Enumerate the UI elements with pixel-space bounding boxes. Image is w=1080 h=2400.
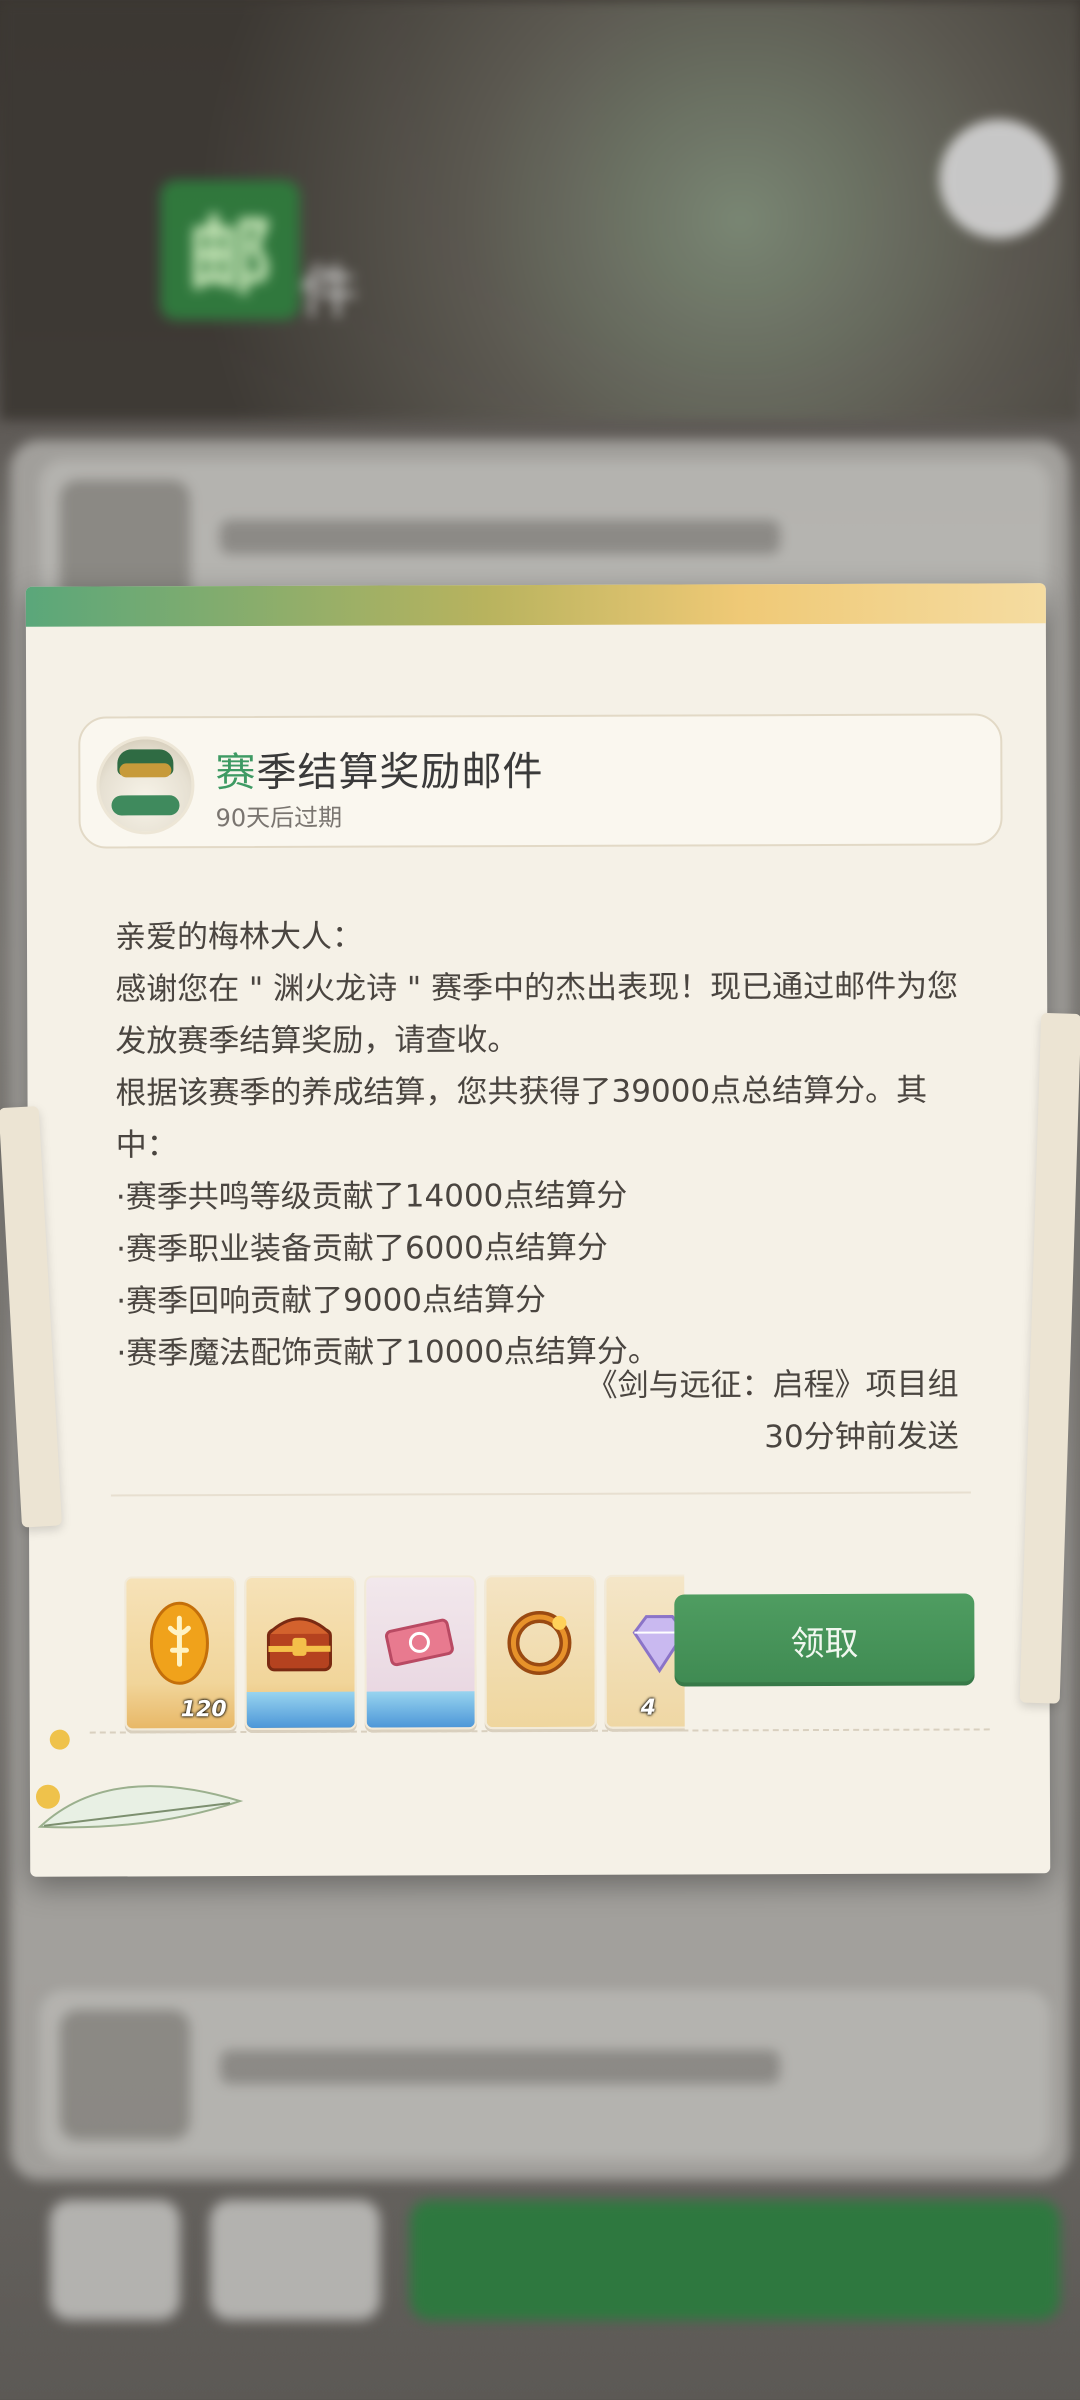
mail-paragraph-2: 根据该赛季的养成结算，您共获得了39000点总结算分。其中： — [115, 1072, 928, 1164]
mail-greeting: 亲爱的梅林大人： — [114, 918, 364, 956]
sheet-top-band — [25, 583, 1046, 627]
mail-signature: 《剑与远征：启程》项目组 30分钟前发送 — [586, 1359, 958, 1464]
mail-sender: 《剑与远征：启程》项目组 — [586, 1366, 959, 1404]
divider — [110, 1491, 971, 1497]
mail-sent-time: 30分钟前发送 — [764, 1418, 959, 1456]
reward-item[interactable]: 4 — [604, 1574, 685, 1729]
reward-count: 120 — [180, 1697, 227, 1723]
mail-header: 赛季结算奖励邮件 90天后过期 — [78, 713, 1003, 849]
ring-icon — [507, 1610, 572, 1675]
background-claim-all-button — [410, 2200, 1060, 2320]
background-title-sub: 件 — [300, 258, 359, 326]
treasure-chest-icon — [266, 1617, 333, 1672]
mail-title-rest: 季结算奖励邮件 — [256, 748, 544, 796]
background-circle-button — [940, 120, 1058, 238]
mail-bullet: ·赛季回响贡献了9000点结算分 — [116, 1281, 547, 1320]
reward-item[interactable] — [484, 1574, 597, 1730]
feather-decoration-icon — [35, 1729, 244, 1829]
mail-body: 亲爱的梅林大人： 感谢您在 " 渊火龙诗 " 赛季中的杰出表现！现已通过邮件为您… — [115, 908, 977, 1379]
amber-relic-icon — [149, 1601, 209, 1685]
background-title-block: 邮 — [160, 180, 300, 320]
mail-bullet: ·赛季共鸣等级贡献了14000点结算分 — [115, 1177, 628, 1216]
reward-item[interactable] — [244, 1575, 357, 1731]
reward-item[interactable] — [364, 1575, 477, 1730]
sender-avatar — [96, 736, 195, 835]
reward-count: 4 — [640, 1695, 657, 1721]
ticket-icon — [384, 1618, 454, 1667]
mail-paragraph-1: 感谢您在 " 渊火龙诗 " 赛季中的杰出表现！现已通过邮件为您发放赛季结算奖励，… — [115, 968, 959, 1060]
reward-item[interactable]: 120 — [124, 1576, 237, 1731]
mail-bullet: ·赛季职业装备贡献了6000点结算分 — [116, 1229, 608, 1268]
background-back-button — [50, 2200, 180, 2320]
claim-button[interactable]: 领取 — [674, 1593, 975, 1687]
mail-title: 赛季结算奖励邮件 — [215, 739, 543, 798]
background-delete-button — [210, 2200, 380, 2320]
background-mail-row — [40, 1990, 1050, 2160]
expire-text: 90天后过期 — [215, 803, 343, 833]
mail-detail-sheet: 赛季结算奖励邮件 90天后过期 亲爱的梅林大人： 感谢您在 " 渊火龙诗 " 赛… — [0, 583, 1080, 1877]
mail-title-accent: 赛 — [215, 749, 257, 797]
